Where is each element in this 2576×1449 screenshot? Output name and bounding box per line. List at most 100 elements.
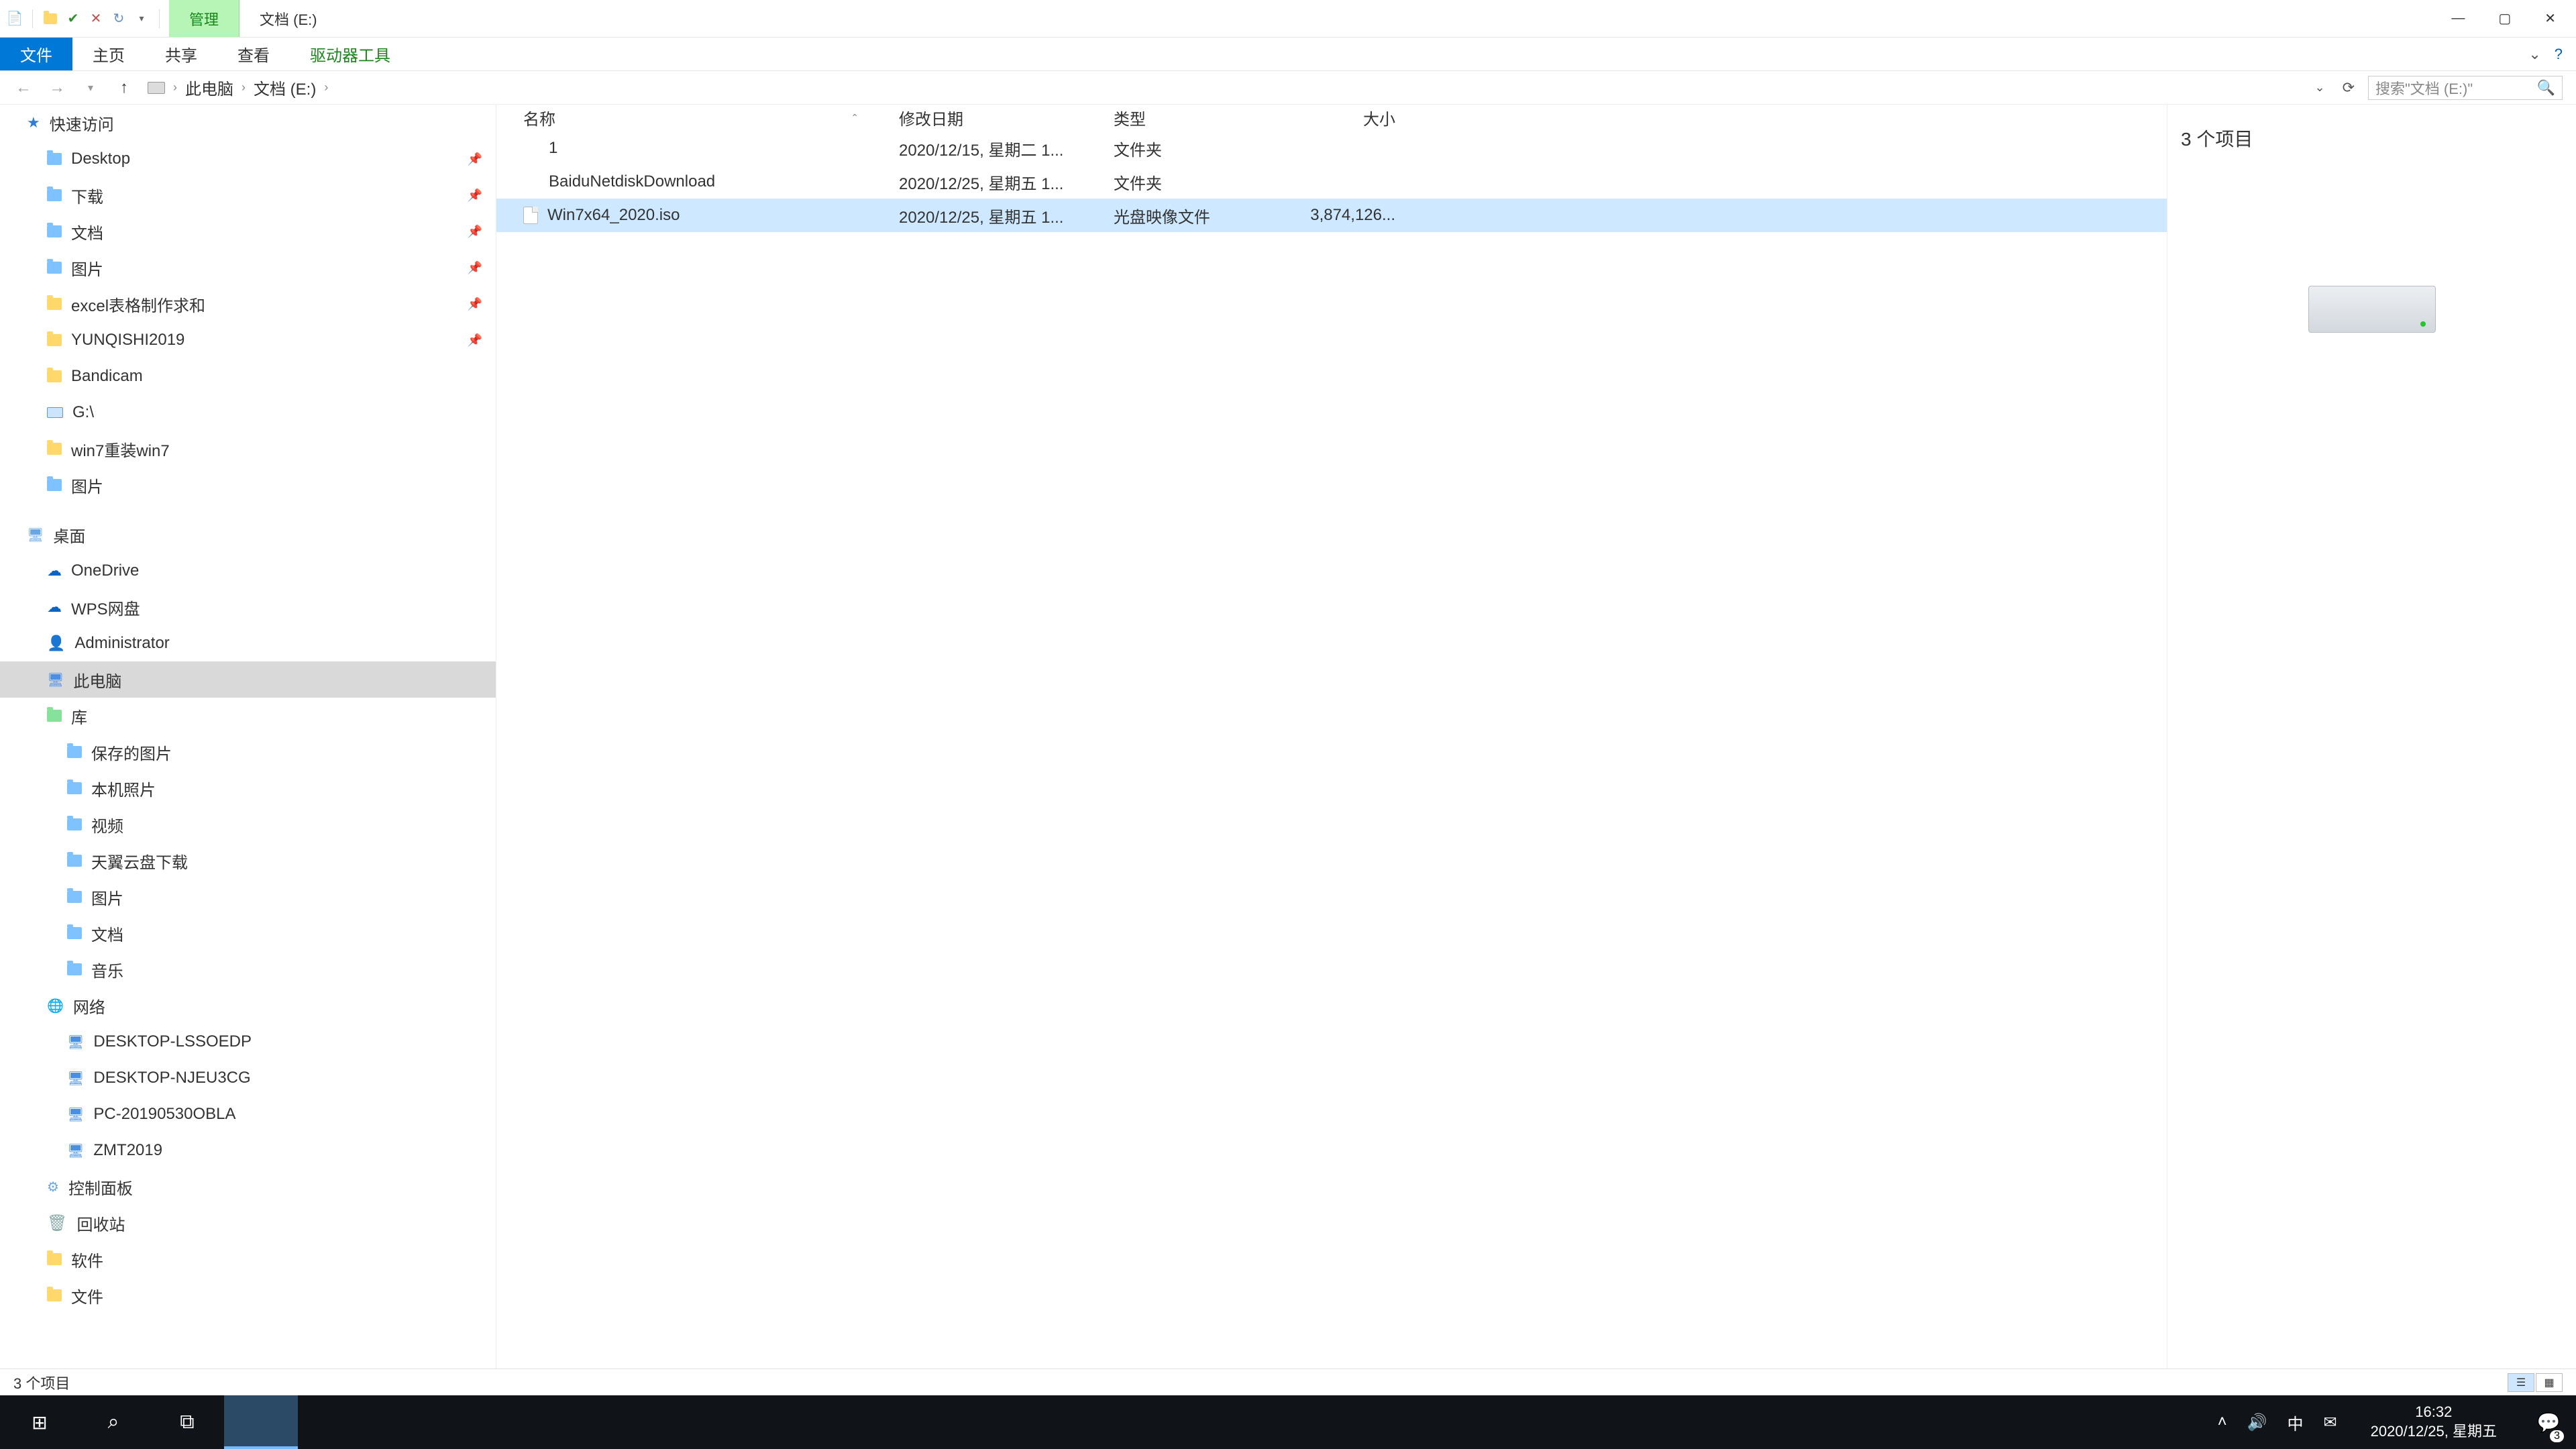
tree-desktop[interactable]: Desktop📌: [0, 141, 496, 177]
tree-documents[interactable]: 文档📌: [0, 213, 496, 250]
col-type-header[interactable]: 类型: [1107, 106, 1295, 129]
check-icon[interactable]: ✔: [65, 11, 81, 27]
tree-g-drive[interactable]: G:\: [0, 394, 496, 431]
tree-this-pc[interactable]: 🖥此电脑: [0, 661, 496, 698]
task-view-button[interactable]: ⧉: [150, 1395, 224, 1449]
tree-pc3[interactable]: 🖥PC-20190530OBLA: [0, 1096, 496, 1132]
chevron-down-icon[interactable]: ⌄: [2528, 46, 2540, 63]
col-size-header[interactable]: 大小: [1295, 106, 1402, 129]
start-button[interactable]: ⊞: [3, 1395, 76, 1449]
close-button[interactable]: ✕: [2544, 10, 2556, 27]
crumb-this-pc[interactable]: 此电脑: [185, 76, 233, 99]
col-date-header[interactable]: 修改日期: [892, 106, 1107, 129]
address-dropdown-icon[interactable]: ⌄: [2314, 80, 2324, 95]
tab-drive-tools[interactable]: 驱动器工具: [290, 38, 411, 70]
tree-downloads[interactable]: 下载📌: [0, 177, 496, 213]
navigation-tree[interactable]: ★快速访问 Desktop📌 下载📌 文档📌 图片📌 excel表格制作求和📌 …: [0, 105, 496, 1368]
tree-saved-pictures[interactable]: 保存的图片: [0, 734, 496, 770]
tree-label: PC-20190530OBLA: [93, 1105, 235, 1124]
tree-label: G:\: [72, 403, 94, 422]
breadcrumb[interactable]: › 此电脑 › 文档 (E:) ›: [148, 76, 2301, 99]
folder-icon: [67, 855, 82, 867]
tree-recycle-bin[interactable]: 🗑回收站: [0, 1205, 496, 1241]
tree-pc4[interactable]: 🖥ZMT2019: [0, 1132, 496, 1169]
tree-label: 网络: [73, 994, 105, 1018]
forward-button[interactable]: →: [47, 78, 67, 97]
tree-bandicam[interactable]: Bandicam: [0, 358, 496, 394]
tab-file[interactable]: 文件: [0, 38, 72, 70]
window-title: 文档 (E:): [239, 0, 337, 37]
tree-label: 图片: [71, 256, 103, 280]
tree-label: 库: [71, 704, 87, 728]
tree-software[interactable]: 软件: [0, 1241, 496, 1277]
status-bar: 3 个项目 ☰ ▦: [0, 1368, 2576, 1395]
tree-tianyi[interactable]: 天翼云盘下载: [0, 843, 496, 879]
file-rows[interactable]: 12020/12/15, 星期二 1...文件夹BaiduNetdiskDown…: [496, 131, 2167, 1368]
search-input[interactable]: 搜索"文档 (E:)" 🔍: [2368, 76, 2563, 100]
tree-files[interactable]: 文件: [0, 1277, 496, 1313]
minimize-button[interactable]: —: [2451, 11, 2465, 26]
tree-onedrive[interactable]: ☁OneDrive: [0, 553, 496, 589]
file-list-pane: 名称 ⌃ 修改日期 类型 大小 12020/12/15, 星期二 1...文件夹…: [496, 105, 2167, 1368]
recent-dropdown[interactable]: ▾: [80, 81, 101, 95]
tree-videos[interactable]: 视频: [0, 806, 496, 843]
cloud-icon: ☁: [47, 562, 62, 580]
search-button[interactable]: ⌕: [76, 1395, 150, 1449]
tree-administrator[interactable]: 👤Administrator: [0, 625, 496, 661]
tree-yunqishi[interactable]: YUNQISHI2019📌: [0, 322, 496, 358]
contextual-tab-header[interactable]: 管理: [169, 0, 239, 37]
tree-pictures2[interactable]: 图片: [0, 467, 496, 503]
tree-label: 图片: [71, 474, 103, 497]
tree-label: excel表格制作求和: [71, 292, 205, 316]
tree-quick-access[interactable]: ★快速访问: [0, 105, 496, 141]
refresh-icon[interactable]: ⟳: [2343, 79, 2355, 97]
help-icon[interactable]: ?: [2555, 46, 2563, 63]
tab-home[interactable]: 主页: [72, 38, 145, 70]
close-quick-icon[interactable]: ✕: [88, 11, 104, 27]
tree-documents2[interactable]: 文档: [0, 915, 496, 951]
explorer-taskbar-button[interactable]: [224, 1395, 298, 1449]
tree-music[interactable]: 音乐: [0, 951, 496, 987]
tree-pc1[interactable]: 🖥DESKTOP-LSSOEDP: [0, 1024, 496, 1060]
tree-control-panel[interactable]: ⚙控制面板: [0, 1169, 496, 1205]
redo-icon[interactable]: ↻: [111, 11, 127, 27]
col-name-header[interactable]: 名称 ⌃: [496, 106, 892, 129]
separator: [32, 9, 33, 28]
tab-share[interactable]: 共享: [145, 38, 217, 70]
mail-icon[interactable]: ✉: [2324, 1413, 2337, 1432]
tree-wps-cloud[interactable]: ☁WPS网盘: [0, 589, 496, 625]
taskbar-clock[interactable]: 16:32 2020/12/25, 星期五: [2357, 1403, 2510, 1441]
file-row[interactable]: 12020/12/15, 星期二 1...文件夹: [496, 131, 2167, 165]
tree-pictures3[interactable]: 图片: [0, 879, 496, 915]
tree-pc2[interactable]: 🖥DESKTOP-NJEU3CG: [0, 1060, 496, 1096]
pin-icon: 📌: [468, 225, 482, 239]
action-center-button[interactable]: 💬3: [2530, 1395, 2567, 1449]
crumb-current[interactable]: 文档 (E:): [254, 76, 316, 99]
view-details-button[interactable]: ☰: [2508, 1373, 2534, 1392]
file-row[interactable]: Win7x64_2020.iso2020/12/25, 星期五 1...光盘映像…: [496, 199, 2167, 232]
tree-win7-reinstall[interactable]: win7重装win7: [0, 431, 496, 467]
volume-icon[interactable]: 🔊: [2247, 1413, 2267, 1432]
file-name: BaiduNetdiskDownload: [549, 172, 715, 191]
file-row[interactable]: BaiduNetdiskDownload2020/12/25, 星期五 1...…: [496, 165, 2167, 199]
tree-pictures[interactable]: 图片📌: [0, 250, 496, 286]
tray-chevron-up-icon[interactable]: ˄: [2218, 1413, 2227, 1432]
folder-icon: [67, 746, 82, 758]
tree-excel-folder[interactable]: excel表格制作求和📌: [0, 286, 496, 322]
tab-view[interactable]: 查看: [217, 38, 290, 70]
file-type: 光盘映像文件: [1107, 204, 1295, 227]
up-button[interactable]: ↑: [114, 78, 134, 97]
tree-libraries[interactable]: 库: [0, 698, 496, 734]
folder-icon[interactable]: [42, 11, 58, 27]
ime-indicator[interactable]: 中: [2288, 1411, 2304, 1434]
maximize-button[interactable]: ▢: [2498, 10, 2511, 27]
tree-desktop-group[interactable]: 🖥桌面: [0, 517, 496, 553]
file-size: 3,874,126...: [1295, 206, 1402, 225]
view-icons-button[interactable]: ▦: [2536, 1373, 2563, 1392]
qat-dropdown-icon[interactable]: ▾: [133, 11, 150, 27]
tree-camera-roll[interactable]: 本机照片: [0, 770, 496, 806]
tree-label: 本机照片: [91, 777, 156, 800]
tree-network[interactable]: 🌐网络: [0, 987, 496, 1024]
pc-icon: [148, 82, 165, 94]
back-button[interactable]: ←: [13, 78, 34, 97]
